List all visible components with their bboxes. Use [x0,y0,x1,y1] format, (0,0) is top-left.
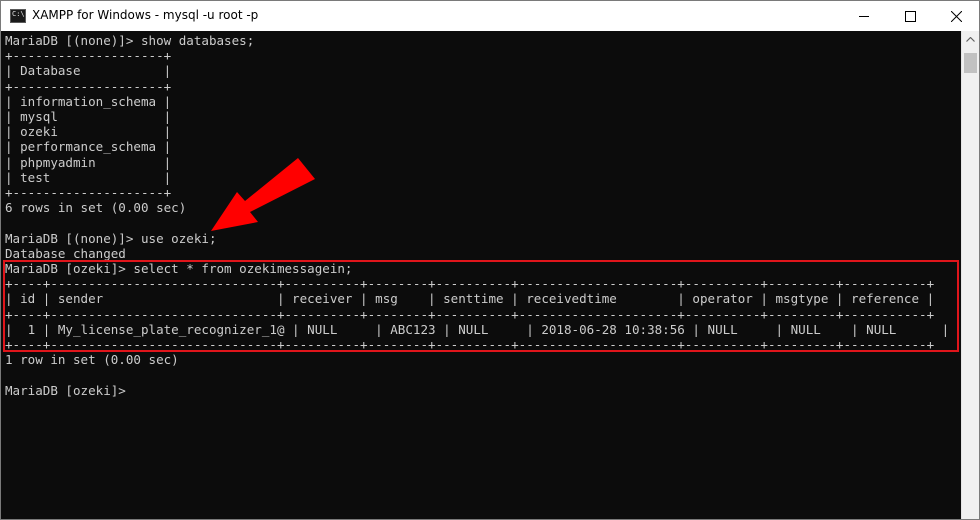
red-arrow-annotation-icon [211,158,315,231]
console-window: C:\ XAMPP for Windows - mysql -u root -p… [0,0,980,520]
